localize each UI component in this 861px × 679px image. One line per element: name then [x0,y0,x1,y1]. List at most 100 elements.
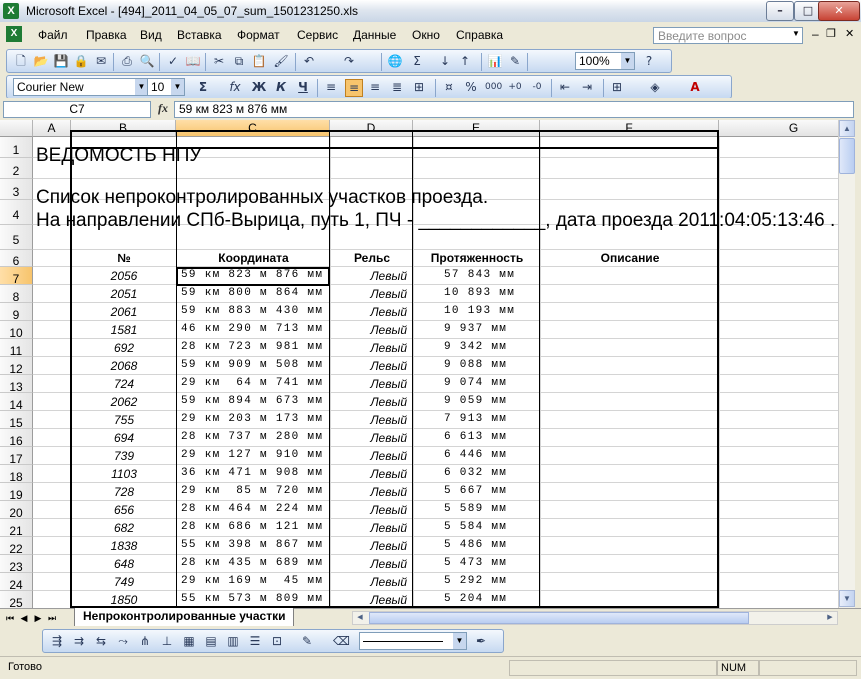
scroll-up-icon[interactable]: ▲ [839,120,855,137]
cell-rail[interactable]: Левый [331,521,407,535]
pencil-icon[interactable]: ✎ [299,633,315,649]
align-left-icon[interactable]: ≡ [323,79,339,95]
cell-length[interactable]: 9 342 мм [444,341,507,353]
cell-length[interactable]: 5 204 мм [444,593,507,605]
increase-indent-icon[interactable]: ⇥ [579,79,595,95]
cell-coordinate[interactable]: 55 км 573 м 809 мм [181,593,323,605]
cell-length[interactable]: 5 473 мм [444,557,507,569]
cell-rail[interactable]: Левый [331,467,407,481]
cell-num[interactable]: 755 [72,413,176,427]
copy-icon[interactable]: ⧉ [231,53,247,69]
cell-coordinate[interactable]: 36 км 471 м 908 мм [181,467,323,479]
cell-rail[interactable]: Левый [331,287,407,301]
row-header[interactable]: 24 [0,573,33,592]
column-header-d[interactable]: D [330,120,413,137]
row-header[interactable]: 16 [0,429,33,448]
email-icon[interactable]: ✉ [93,53,109,69]
insert-function-icon[interactable]: fx [158,101,168,116]
cell-rail[interactable]: Левый [331,395,407,409]
column-header-f[interactable]: F [540,120,719,137]
menu-window[interactable]: Окно [412,28,440,42]
scroll-left-icon[interactable]: ◀ [353,612,367,624]
row-header[interactable]: 8 [0,285,33,304]
cell-num[interactable]: 2068 [72,359,176,373]
cell-num[interactable]: 694 [72,431,176,445]
row-header[interactable]: 6 [0,250,33,268]
justify-icon[interactable]: ≣ [389,79,405,95]
cell-num[interactable]: 728 [72,485,176,499]
merge-center-icon[interactable]: ⊞ [411,79,427,95]
menu-format[interactable]: Формат [237,28,280,42]
row-header[interactable]: 15 [0,411,33,430]
last-sheet-icon[interactable]: ⏭ [46,611,58,625]
cell-length[interactable]: 10 193 мм [444,305,515,317]
autosum-icon[interactable]: Σ [409,53,425,69]
decrease-decimal-icon[interactable]: -0 [529,79,545,95]
row-header[interactable]: 4 [0,200,33,225]
list-icon[interactable]: ☰ [247,633,263,649]
column-header-g[interactable]: G [719,120,838,137]
scroll-down-icon[interactable]: ▼ [839,590,855,607]
cell-length[interactable]: 6 613 мм [444,431,507,443]
cell-rail[interactable]: Левый [331,431,407,445]
doc-close-button[interactable]: ✕ [845,27,854,40]
cell-rail[interactable]: Левый [331,575,407,589]
name-box[interactable]: C7 [3,101,151,118]
row-header[interactable]: 7 [0,267,33,286]
sort-ascending-icon[interactable]: ↓ [437,53,453,69]
cell-coordinate[interactable]: 46 км 290 м 713 мм [181,323,323,335]
line-color-icon[interactable]: ✒ [473,633,489,649]
undo-icon[interactable]: ↶ [301,53,317,69]
permission-icon[interactable]: 🔒 [73,53,89,69]
open-icon[interactable]: 📂 [33,53,49,69]
paste-icon[interactable]: 📋 [251,53,267,69]
zoom-select[interactable]: 100% ▼ [575,52,635,70]
cell-rail[interactable]: Левый [331,413,407,427]
cell-length[interactable]: 9 937 мм [444,323,507,335]
save-icon[interactable]: 💾 [53,53,69,69]
cell-length[interactable]: 5 589 мм [444,503,507,515]
row-header[interactable]: 5 [0,225,33,250]
bold-button[interactable]: Ж [251,79,267,95]
doc-minimize-button[interactable]: – [812,27,819,41]
font-name-select[interactable]: Courier New ▼ [13,78,149,96]
cell-num[interactable]: 1850 [72,593,176,607]
italic-button[interactable]: К [273,79,289,95]
cell-coordinate[interactable]: 28 км 737 м 280 мм [181,431,323,443]
cell-num[interactable]: 656 [72,503,176,517]
cell-coordinate[interactable]: 28 км 464 м 224 мм [181,503,323,515]
cell-rail[interactable]: Левый [331,269,407,283]
cell-coordinate[interactable]: 28 км 435 м 689 мм [181,557,323,569]
cell-coordinate[interactable]: 29 км 85 м 720 мм [181,485,323,497]
cell-length[interactable]: 7 913 мм [444,413,507,425]
doc-restore-button[interactable]: ❐ [826,27,836,40]
cell-num[interactable]: 648 [72,557,176,571]
underline-button[interactable]: Ч [295,79,311,95]
cell-num[interactable]: 1581 [72,323,176,337]
cell-rail[interactable]: Левый [331,557,407,571]
hscroll-thumb[interactable] [369,612,749,624]
row-header[interactable]: 25 [0,591,33,608]
cell-length[interactable]: 9 088 мм [444,359,507,371]
align-right-icon[interactable]: ≡ [367,79,383,95]
cell-num[interactable]: 2051 [72,287,176,301]
line-style-select[interactable]: ▼ [359,632,467,650]
format-painter-icon[interactable]: 🖌 [273,53,289,69]
research-icon[interactable]: 📖 [185,53,201,69]
chart-wizard-icon[interactable]: 📊 [487,53,503,69]
cell-coordinate[interactable]: 59 км 894 м 673 мм [181,395,323,407]
distribute-icon[interactable]: ⇉ [71,633,87,649]
row-header[interactable]: 9 [0,303,33,322]
cell-length[interactable]: 5 667 мм [444,485,507,497]
formula-input[interactable]: 59 км 823 м 876 мм [174,101,854,118]
row-header[interactable]: 23 [0,555,33,574]
drawing-icon[interactable]: ✎ [507,53,523,69]
spelling-icon[interactable]: ✓ [165,53,181,69]
cell-length[interactable]: 10 893 мм [444,287,515,299]
cell-num[interactable]: 2056 [72,269,176,283]
vertical-scrollbar[interactable]: ▲ ▼ [838,120,855,608]
close-button[interactable]: ✕ [818,1,860,21]
row-header[interactable]: 17 [0,447,33,466]
row-header[interactable]: 2 [0,158,33,179]
first-sheet-icon[interactable]: ⏮ [4,611,16,625]
